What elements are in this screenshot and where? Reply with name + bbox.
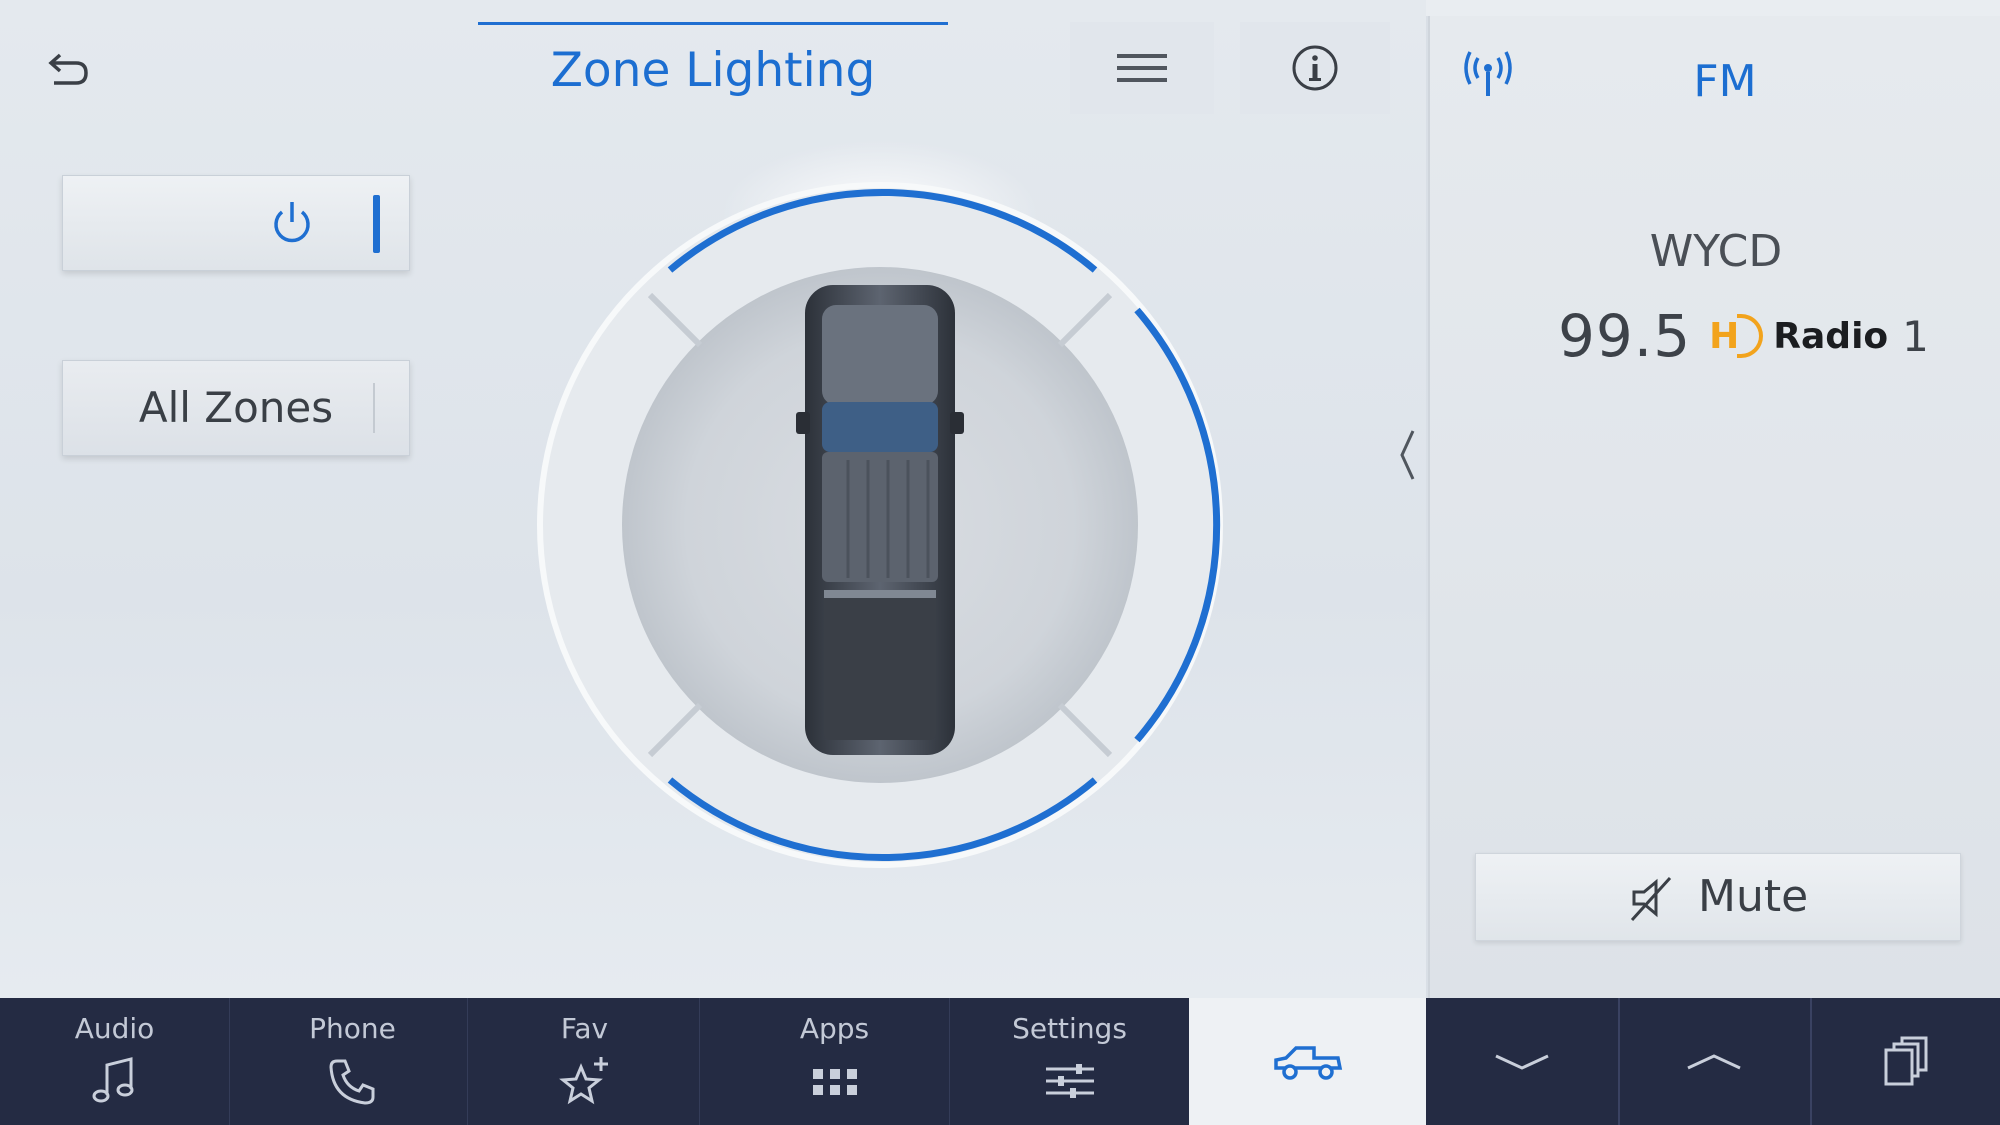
- speaker-mute-icon: [1630, 876, 1672, 922]
- mute-button[interactable]: Mute: [1475, 853, 1961, 941]
- sliders-icon: [1045, 1064, 1094, 1098]
- power-on-indicator: [373, 195, 380, 253]
- back-arrow-icon: [48, 53, 88, 85]
- station-name: WYCD: [1649, 226, 1783, 277]
- pickup-truck-top-view: [796, 285, 964, 755]
- music-note-icon: [92, 1057, 133, 1103]
- chevron-up-icon: [1687, 1053, 1741, 1069]
- hd-mark-icon: H: [1709, 315, 1740, 357]
- page-title: Zone Lighting: [550, 43, 876, 98]
- frequency-row: 99.5 H Radio 1: [1558, 301, 1929, 371]
- dock-settings-label: Settings: [1012, 1012, 1127, 1045]
- power-toggle-button[interactable]: [62, 175, 410, 271]
- info-icon: [1292, 45, 1338, 91]
- all-zones-label: All Zones: [138, 383, 334, 432]
- dock-apps[interactable]: Apps: [720, 998, 950, 1125]
- dock-audio[interactable]: Audio: [0, 998, 230, 1125]
- dock-phone[interactable]: Phone: [238, 998, 468, 1125]
- radio-band[interactable]: FM: [1590, 44, 1860, 120]
- zone-lighting-pane: Zone Lighting All Zones: [0, 0, 1426, 998]
- apps-grid-icon: [812, 1069, 857, 1095]
- dock-phone-label: Phone: [309, 1012, 396, 1045]
- hd-channel: 1: [1902, 311, 1929, 361]
- all-zones-button[interactable]: All Zones: [62, 360, 410, 456]
- power-icon: [274, 202, 310, 243]
- truck-side-icon: [1273, 1045, 1342, 1080]
- dock-audio-label: Audio: [74, 1012, 155, 1045]
- zones-divider: [373, 383, 375, 433]
- dock-fav[interactable]: Fav: [470, 998, 700, 1125]
- collapse-panel-button[interactable]: [1392, 420, 1422, 490]
- bottom-dock: Audio Phone Fav Apps Settings: [0, 998, 2000, 1125]
- dock-vehicle-button[interactable]: [1189, 998, 1426, 1125]
- frequency: 99.5: [1558, 302, 1692, 370]
- phone-icon: [328, 1059, 374, 1105]
- radio-panel: FM WYCD 99.5 H Radio 1 Mute: [1428, 16, 2000, 998]
- mute-label: Mute: [1698, 871, 1809, 922]
- dock-copy-button[interactable]: [1812, 998, 2000, 1125]
- hd-arc-icon: [1737, 314, 1764, 358]
- title-underline: [478, 22, 948, 25]
- dock-chevron-up-button[interactable]: [1620, 998, 1808, 1125]
- hd-radio-logo: H Radio: [1709, 314, 1888, 358]
- dock-apps-label: Apps: [799, 1012, 870, 1045]
- copy-icon: [1884, 1036, 1928, 1085]
- back-button[interactable]: [36, 42, 98, 100]
- dock-chevron-down-button[interactable]: [1428, 998, 1616, 1125]
- star-plus-icon: [558, 1057, 608, 1105]
- chevron-down-icon: [1495, 1054, 1549, 1070]
- menu-button[interactable]: [1070, 22, 1214, 114]
- info-button[interactable]: [1240, 22, 1390, 114]
- hamburger-menu-icon: [1117, 54, 1167, 82]
- zone-lighting-dial: [537, 140, 1223, 868]
- dock-fav-label: Fav: [560, 1012, 609, 1045]
- antenna-icon: [1464, 51, 1512, 96]
- dock-settings[interactable]: Settings: [950, 998, 1190, 1125]
- hd-radio-label: Radio: [1773, 315, 1889, 357]
- chevron-left-icon: [1400, 430, 1415, 480]
